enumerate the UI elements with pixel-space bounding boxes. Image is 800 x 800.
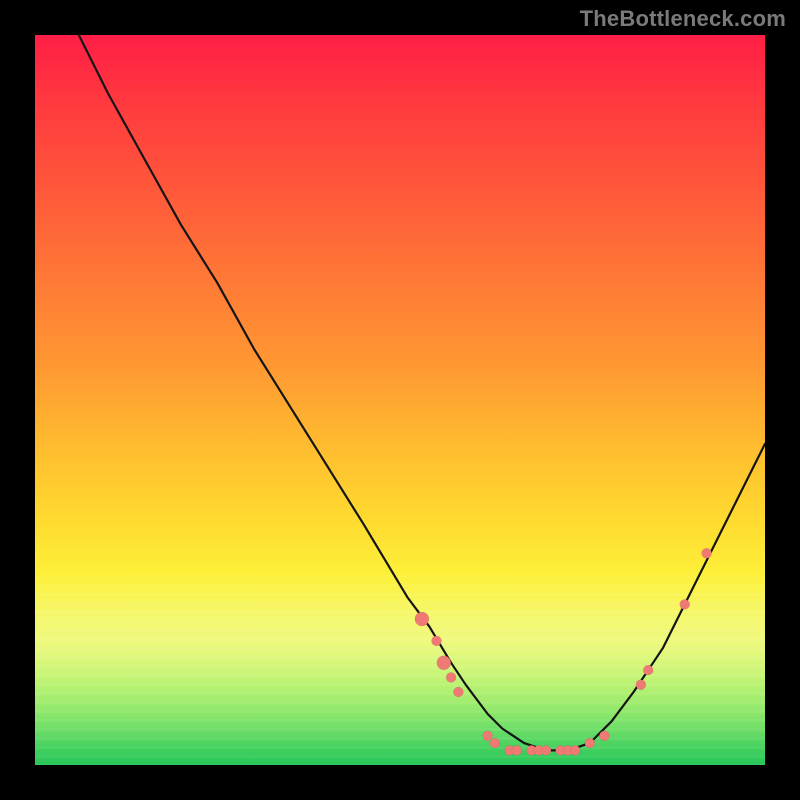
- data-point-marker: [483, 731, 493, 741]
- data-point-marker: [680, 599, 690, 609]
- marker-group: [415, 548, 712, 755]
- data-point-marker: [446, 672, 456, 682]
- chart-svg: [35, 35, 765, 765]
- data-point-marker: [415, 612, 429, 626]
- data-point-marker: [512, 745, 522, 755]
- chart-frame: TheBottleneck.com: [0, 0, 800, 800]
- data-point-marker: [453, 687, 463, 697]
- data-point-marker: [599, 731, 609, 741]
- data-point-marker: [432, 636, 442, 646]
- data-point-marker: [702, 548, 712, 558]
- data-point-marker: [570, 745, 580, 755]
- data-point-marker: [437, 656, 451, 670]
- bottleneck-curve: [79, 35, 765, 750]
- data-point-marker: [585, 738, 595, 748]
- data-point-marker: [643, 665, 653, 675]
- watermark-text: TheBottleneck.com: [580, 6, 786, 32]
- data-point-marker: [490, 738, 500, 748]
- data-point-marker: [636, 680, 646, 690]
- plot-area: [35, 35, 765, 765]
- data-point-marker: [541, 745, 551, 755]
